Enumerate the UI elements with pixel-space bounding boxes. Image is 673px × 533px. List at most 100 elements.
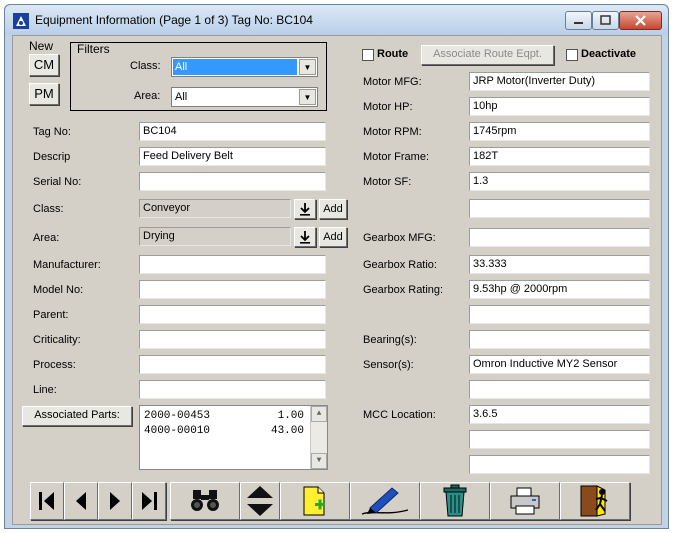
edit-pen-icon bbox=[361, 487, 409, 515]
motor-mfg-field[interactable]: JRP Motor(Inverter Duty) bbox=[469, 72, 650, 91]
class-lookup-button[interactable] bbox=[294, 199, 316, 219]
filter-area-value: All bbox=[175, 91, 188, 103]
new-record-button[interactable] bbox=[280, 482, 350, 520]
trash-icon bbox=[443, 484, 467, 517]
serial-no-field[interactable] bbox=[139, 172, 326, 191]
motor-rpm-field[interactable]: 1745rpm bbox=[469, 122, 650, 141]
mcc-location-label: MCC Location: bbox=[363, 409, 436, 421]
sensors-field[interactable]: Omron Inductive MY2 Sensor bbox=[469, 355, 650, 374]
previous-record-button[interactable] bbox=[64, 482, 98, 520]
new-cm-button[interactable]: CM bbox=[29, 54, 59, 76]
motor-frame-field[interactable]: 182T bbox=[469, 147, 650, 166]
extra-field-4[interactable] bbox=[469, 430, 650, 449]
model-no-field[interactable] bbox=[139, 280, 326, 299]
mcc-location-field[interactable]: 3.6.5 bbox=[469, 405, 650, 424]
form-client-area: New CM PM Filters Class: All ▼ Area: All… bbox=[12, 35, 662, 525]
part-number: 2000-00453 bbox=[144, 410, 211, 422]
gearbox-rating-field[interactable]: 9.53hp @ 2000rpm bbox=[469, 280, 650, 299]
previous-record-icon bbox=[76, 492, 86, 510]
binoculars-icon bbox=[191, 490, 219, 511]
route-checkbox[interactable] bbox=[362, 49, 374, 61]
gearbox-rating-label: Gearbox Rating: bbox=[363, 284, 444, 296]
criticality-label: Criticality: bbox=[33, 334, 81, 346]
close-button[interactable] bbox=[619, 11, 662, 30]
class-label: Class: bbox=[33, 203, 64, 215]
associate-route-eqpt-button[interactable]: Associate Route Eqpt. bbox=[421, 45, 554, 65]
new-label: New bbox=[29, 39, 54, 53]
motor-mfg-label: Motor MFG: bbox=[363, 76, 422, 88]
manufacturer-field[interactable] bbox=[139, 255, 326, 274]
extra-field-5[interactable] bbox=[469, 455, 650, 474]
descrip-label: Descrip bbox=[33, 151, 71, 163]
next-record-icon bbox=[110, 492, 120, 510]
parent-label: Parent: bbox=[33, 309, 69, 321]
tag-no-field[interactable]: BC104 bbox=[139, 122, 326, 141]
download-arrow-icon bbox=[300, 203, 310, 216]
bearings-field[interactable] bbox=[469, 330, 650, 349]
gearbox-ratio-label: Gearbox Ratio: bbox=[363, 259, 437, 271]
part-number: 4000-00010 bbox=[144, 425, 211, 437]
sort-button[interactable] bbox=[240, 482, 280, 520]
class-add-button[interactable]: Add bbox=[319, 199, 347, 219]
chevron-down-icon: ▼ bbox=[299, 59, 316, 75]
filter-area-select[interactable]: All ▼ bbox=[171, 87, 318, 107]
line-label: Line: bbox=[33, 384, 57, 396]
motor-sf-field[interactable]: 1.3 bbox=[469, 172, 650, 191]
deactivate-checkbox[interactable] bbox=[566, 49, 578, 61]
print-button[interactable] bbox=[490, 482, 560, 520]
edit-button[interactable] bbox=[350, 482, 420, 520]
sort-icon bbox=[247, 486, 273, 516]
title-bar: Equipment Information (Page 1 of 3) Tag … bbox=[5, 5, 668, 35]
exit-button[interactable] bbox=[560, 482, 630, 520]
filters-title: Filters bbox=[77, 42, 110, 56]
criticality-field[interactable] bbox=[139, 330, 326, 349]
maximize-icon bbox=[600, 15, 611, 25]
scroll-up-icon[interactable]: ▲ bbox=[311, 406, 327, 422]
motor-hp-field[interactable]: 10hp bbox=[469, 97, 650, 116]
maximize-button[interactable] bbox=[592, 11, 619, 30]
minimize-button[interactable] bbox=[565, 11, 592, 30]
area-add-button[interactable]: Add bbox=[319, 227, 347, 247]
extra-field-3[interactable] bbox=[469, 380, 650, 399]
gearbox-mfg-field[interactable] bbox=[469, 228, 650, 247]
route-label: Route bbox=[377, 48, 409, 60]
vertical-scrollbar[interactable]: ▲ ▼ bbox=[310, 406, 327, 469]
deactivate-label: Deactivate bbox=[581, 48, 637, 60]
extra-field-1[interactable] bbox=[469, 199, 650, 218]
filter-area-label: Area: bbox=[134, 90, 161, 102]
associated-parts-list[interactable]: 2000-00453 1.00 4000-00010 43.00 ▲ ▼ bbox=[139, 405, 328, 470]
new-pm-button[interactable]: PM bbox=[29, 83, 59, 105]
manufacturer-label: Manufacturer: bbox=[33, 259, 101, 271]
app-icon bbox=[13, 13, 29, 29]
printer-icon bbox=[510, 487, 540, 515]
tag-no-label: Tag No: bbox=[33, 126, 71, 138]
close-icon bbox=[635, 15, 646, 26]
filter-class-value: All bbox=[173, 59, 297, 75]
motor-sf-label: Motor SF: bbox=[363, 176, 412, 188]
scroll-down-icon[interactable]: ▼ bbox=[311, 453, 327, 469]
descrip-field[interactable]: Feed Delivery Belt bbox=[139, 147, 326, 166]
next-record-button[interactable] bbox=[98, 482, 132, 520]
area-field[interactable]: Drying bbox=[139, 227, 291, 246]
new-record-icon bbox=[303, 486, 325, 516]
equipment-window: Equipment Information (Page 1 of 3) Tag … bbox=[4, 4, 669, 529]
class-field[interactable]: Conveyor bbox=[139, 199, 291, 218]
motor-frame-label: Motor Frame: bbox=[363, 151, 430, 163]
delete-button[interactable] bbox=[420, 482, 490, 520]
filter-class-select[interactable]: All ▼ bbox=[171, 57, 318, 77]
minimize-icon bbox=[574, 22, 583, 24]
line-field[interactable] bbox=[139, 380, 326, 399]
parent-field[interactable] bbox=[139, 305, 326, 324]
first-record-icon bbox=[39, 492, 54, 510]
last-record-icon bbox=[142, 492, 157, 510]
area-lookup-button[interactable] bbox=[294, 227, 316, 247]
download-arrow-icon bbox=[300, 231, 310, 244]
associated-parts-button[interactable]: Associated Parts: bbox=[22, 406, 132, 426]
find-button[interactable] bbox=[170, 482, 240, 520]
process-field[interactable] bbox=[139, 355, 326, 374]
gearbox-ratio-field[interactable]: 33.333 bbox=[469, 255, 650, 274]
first-record-button[interactable] bbox=[30, 482, 64, 520]
last-record-button[interactable] bbox=[132, 482, 166, 520]
extra-field-2[interactable] bbox=[469, 305, 650, 324]
bearings-label: Bearing(s): bbox=[363, 334, 417, 346]
